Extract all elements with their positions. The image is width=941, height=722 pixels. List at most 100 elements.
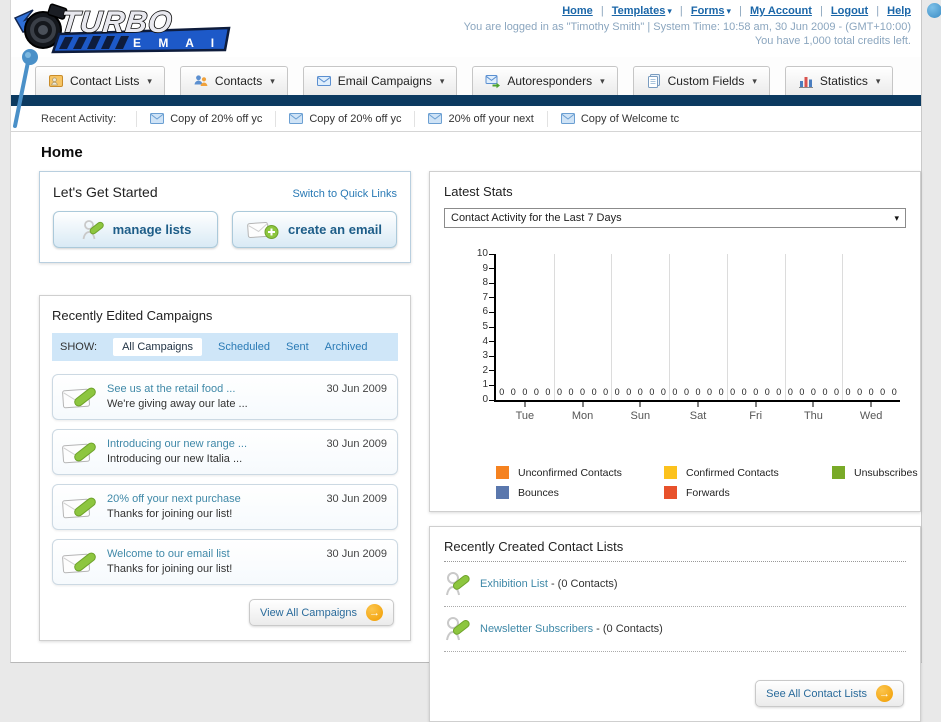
campaign-row[interactable]: 20% off your next purchase Thanks for jo… (52, 484, 398, 530)
right-column: Latest Stats Contact Activity for the La… (429, 171, 921, 722)
tab-custom-fields[interactable]: Custom Fields ▾ (632, 66, 770, 95)
recent-activity-item[interactable]: 20% off your next (414, 110, 546, 127)
recent-activity-item[interactable]: Copy of 20% off yc (136, 110, 275, 127)
y-axis-tick-label: 7 (482, 291, 488, 303)
link-separator: | (876, 5, 880, 17)
header-link-home[interactable]: Home (562, 5, 593, 17)
tab-label: Contacts (214, 74, 263, 88)
legend-item: Forwards (664, 486, 832, 499)
show-label: SHOW: (60, 341, 98, 353)
header-link-logout[interactable]: Logout (831, 5, 868, 17)
contact-lists-icon (48, 73, 64, 89)
legend-item: Bounces (496, 486, 664, 499)
contact-list-row[interactable]: Exhibition List - (0 Contacts) (444, 562, 906, 607)
campaign-row[interactable]: Welcome to our email list Thanks for joi… (52, 539, 398, 585)
link-separator: | (600, 5, 604, 17)
stats-report-selected-value: Contact Activity for the Last 7 Days (451, 212, 622, 224)
x-axis-tick-label: Fri (749, 410, 763, 422)
data-value-label: 0 (626, 387, 632, 397)
contact-list-name-link[interactable]: Exhibition List (480, 578, 548, 590)
campaigns-filter-bar: SHOW: All Campaigns Scheduled Sent Archi… (52, 333, 398, 361)
data-value-label: 0 (614, 387, 620, 397)
data-value-label: 0 (649, 387, 655, 397)
tab-contact-lists[interactable]: Contact Lists ▾ (35, 66, 165, 95)
campaign-title-link[interactable]: Welcome to our email list (107, 547, 232, 562)
tab-autoresponders[interactable]: Autoresponders ▾ (472, 66, 618, 95)
campaign-date: 30 Jun 2009 (326, 548, 387, 560)
svg-text:TURBO: TURBO (59, 6, 174, 39)
recent-activity-item[interactable]: Copy of Welcome tc (546, 110, 692, 127)
data-value-label: 0 (580, 387, 586, 397)
envelope-icon (289, 113, 304, 124)
campaign-title-link[interactable]: See us at the retail food ... (107, 382, 248, 397)
header-link-forms[interactable]: Forms (691, 5, 725, 17)
create-email-button[interactable]: create an email (232, 211, 397, 248)
filter-all-campaigns[interactable]: All Campaigns (113, 338, 202, 356)
contact-lists-panel-title: Recently Created Contact Lists (444, 539, 906, 562)
decorative-swoosh (13, 49, 38, 128)
header-links: Home | Templates ▾ | Forms ▾ | My Account … (464, 5, 911, 17)
link-separator: | (739, 5, 742, 17)
campaign-title-link[interactable]: 20% off your next purchase (107, 492, 241, 507)
data-value-label: 0 (822, 387, 828, 397)
chart-legend: Unconfirmed Contacts Confirmed Contacts … (496, 466, 918, 499)
view-all-campaigns-button[interactable]: View All Campaigns → (248, 599, 394, 626)
y-axis-tick-mark (489, 355, 494, 357)
data-value-label: 0 (776, 387, 782, 397)
tab-label: Contact Lists (70, 74, 140, 88)
campaign-title-link[interactable]: Introducing our new range ... (107, 437, 247, 452)
data-value-label: 0 (730, 387, 736, 397)
legend-swatch (664, 466, 677, 479)
chevron-down-icon: ▾ (726, 6, 731, 16)
data-value-label: 0 (741, 387, 747, 397)
person-pencil-icon (446, 617, 470, 641)
campaign-subtitle: Introducing our new Italia ... (107, 453, 243, 465)
data-value-label: 0 (753, 387, 759, 397)
main-content: Home Let's Get Started Switch to Quick L… (11, 132, 921, 722)
x-axis-tick-mark (639, 402, 641, 407)
manage-lists-button[interactable]: manage lists (53, 211, 218, 248)
manage-lists-label: manage lists (112, 222, 192, 237)
x-axis-tick-label: Sat (689, 410, 707, 422)
y-axis-tick-mark (489, 384, 494, 386)
data-value-label: 0 (810, 387, 816, 397)
contact-list-name-link[interactable]: Newsletter Subscribers (480, 623, 593, 635)
recent-activity-bar: Recent Activity: Copy of 20% off yc Copy… (11, 106, 921, 132)
contact-list-row[interactable]: Newsletter Subscribers - (0 Contacts) (444, 607, 906, 652)
recent-activity-item[interactable]: Copy of 20% off yc (275, 110, 414, 127)
filter-scheduled[interactable]: Scheduled (218, 341, 270, 353)
left-column: Let's Get Started Switch to Quick Links (39, 171, 411, 641)
see-all-contact-lists-button[interactable]: See All Contact Lists → (755, 680, 904, 707)
see-all-contact-lists-label: See All Contact Lists (766, 687, 867, 700)
chevron-down-icon: ▾ (439, 75, 445, 86)
contact-list-count: - (0 Contacts) (596, 623, 663, 635)
tab-statistics[interactable]: Statistics ▾ (784, 66, 894, 95)
x-axis-tick-mark (524, 402, 526, 407)
email-campaigns-icon (316, 73, 332, 89)
campaign-row[interactable]: See us at the retail food ... We're givi… (52, 374, 398, 420)
filter-sent[interactable]: Sent (286, 341, 309, 353)
y-axis-tick-label: 2 (482, 364, 488, 376)
x-axis-tick-mark (870, 402, 872, 407)
chevron-down-icon: ▾ (752, 75, 757, 86)
switch-quick-links-link[interactable]: Switch to Quick Links (292, 188, 397, 200)
legend-label: Unconfirmed Contacts (518, 466, 622, 479)
legend-swatch (496, 486, 509, 499)
header-link-templates[interactable]: Templates (612, 5, 666, 17)
filter-archived[interactable]: Archived (325, 341, 368, 353)
tab-contacts[interactable]: Contacts ▾ (179, 66, 288, 95)
legend-item: Confirmed Contacts (664, 466, 832, 479)
data-value-label: 0 (764, 387, 770, 397)
tab-email-campaigns[interactable]: Email Campaigns ▾ (302, 66, 458, 95)
envelope-pencil-icon (62, 497, 96, 519)
header-link-help[interactable]: Help (887, 5, 911, 17)
custom-fields-icon (646, 73, 662, 89)
chart-gridline (842, 254, 844, 400)
chart-gridline (669, 254, 671, 400)
x-axis-tick-label: Mon (571, 410, 594, 422)
stats-report-select[interactable]: Contact Activity for the Last 7 Days ▾ (444, 208, 906, 228)
legend-swatch (832, 466, 845, 479)
contact-list-count: - (0 Contacts) (550, 578, 618, 590)
header-link-my-account[interactable]: My Account (750, 5, 812, 17)
campaign-row[interactable]: Introducing our new range ... Introducin… (52, 429, 398, 475)
